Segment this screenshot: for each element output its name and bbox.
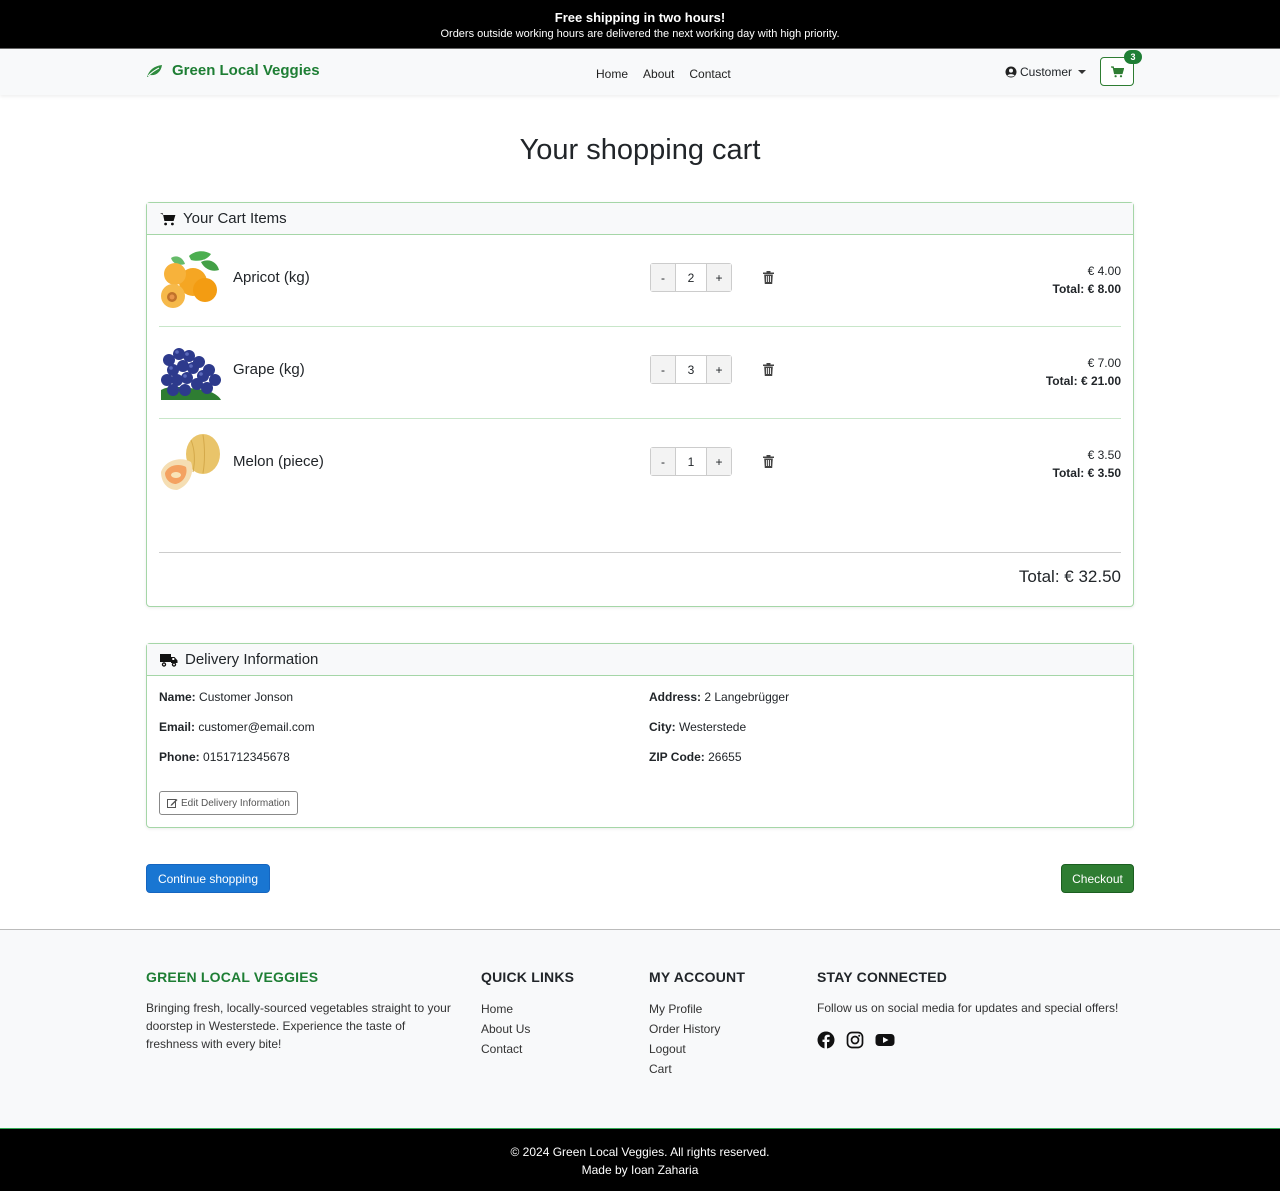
increase-button[interactable]: +	[707, 264, 731, 291]
instagram-icon[interactable]	[846, 1031, 864, 1049]
delivery-name: Name: Customer Jonson	[159, 690, 294, 704]
cart-items-card: Your Cart Items Apricot (kg) - 2 + € 4.0…	[146, 202, 1134, 607]
quantity-stepper: - 1 +	[650, 447, 732, 476]
navbar: Green Local Veggies Home About Contact C…	[0, 48, 1280, 95]
unit-price: € 7.00	[1087, 356, 1121, 370]
item-price: € 7.00 Total: € 21.00	[1046, 354, 1121, 390]
account-label: Customer	[1020, 65, 1073, 79]
item-total: Total: € 21.00	[1045, 374, 1121, 388]
delivery-address: Address: 2 Langebrügger	[649, 690, 790, 704]
quantity-value[interactable]: 2	[675, 264, 707, 291]
decrease-button[interactable]: -	[651, 448, 675, 475]
footer-link-cart[interactable]: Cart	[649, 1059, 745, 1079]
cart-item: Grape (kg) - 3 + € 7.00 Total: € 21.00	[159, 327, 1121, 419]
nav-about[interactable]: About	[643, 67, 674, 81]
quick-links-title: QUICK LINKS	[481, 969, 575, 985]
footer-link-home[interactable]: Home	[481, 999, 574, 1019]
trash-icon[interactable]	[763, 363, 774, 376]
cart-item: Apricot (kg) - 2 + € 4.00 Total: € 8.00	[159, 235, 1121, 327]
stay-connected-text: Follow us on social media for updates an…	[817, 1001, 1119, 1015]
facebook-icon[interactable]	[817, 1031, 835, 1049]
grand-total: Total: € 32.50	[1018, 567, 1121, 586]
leaf-icon	[147, 64, 162, 77]
nav-contact[interactable]: Contact	[689, 67, 730, 81]
edit-delivery-label: Edit Delivery Information	[181, 797, 290, 809]
delivery-city: City: Westerstede	[649, 720, 747, 734]
copyright-text: © 2024 Green Local Veggies. All rights r…	[510, 1145, 770, 1159]
shipping-banner: Free shipping in two hours! Orders outsi…	[0, 0, 1280, 48]
delivery-zip: ZIP Code: 26655	[649, 750, 742, 764]
brand-name: Green Local Veggies	[172, 62, 320, 79]
quantity-stepper: - 3 +	[650, 355, 732, 384]
item-name[interactable]: Apricot (kg)	[233, 269, 310, 286]
copyright-bar: © 2024 Green Local Veggies. All rights r…	[0, 1128, 1280, 1191]
trash-icon[interactable]	[763, 455, 774, 468]
edit-delivery-button[interactable]: Edit Delivery Information	[159, 791, 298, 815]
footer-brand: GREEN LOCAL VEGGIES	[146, 969, 319, 985]
account-dropdown[interactable]: Customer	[1005, 65, 1087, 79]
nav-links: Home About Contact	[596, 67, 746, 81]
youtube-icon[interactable]	[875, 1031, 895, 1049]
divider	[159, 552, 1121, 553]
delivery-email: Email: customer@email.com	[159, 720, 315, 734]
cart-card-header: Your Cart Items	[147, 203, 1133, 235]
truck-icon	[160, 653, 178, 667]
increase-button[interactable]: +	[707, 448, 731, 475]
delivery-card-header: Delivery Information	[147, 644, 1133, 676]
brand-link[interactable]: Green Local Veggies	[146, 62, 320, 79]
stay-connected-title: STAY CONNECTED	[817, 969, 948, 985]
increase-button[interactable]: +	[707, 356, 731, 383]
decrease-button[interactable]: -	[651, 264, 675, 291]
item-total: Total: € 8.00	[1052, 282, 1122, 296]
quantity-value[interactable]: 1	[675, 448, 707, 475]
decrease-button[interactable]: -	[651, 356, 675, 383]
footer-link-contact[interactable]: Contact	[481, 1039, 574, 1059]
cart-card-title: Your Cart Items	[183, 210, 287, 227]
user-circle-icon	[1005, 66, 1017, 78]
delivery-info-card: Delivery Information Name: Customer Jons…	[146, 643, 1134, 828]
continue-shopping-button[interactable]: Continue shopping	[146, 864, 270, 893]
unit-price: € 4.00	[1087, 264, 1121, 278]
cart-item: Melon (piece) - 1 + € 3.50 Total: € 3.50	[159, 419, 1121, 511]
footer-quick-links: QUICK LINKS Home About Us Contact	[481, 969, 574, 1059]
footer-link-profile[interactable]: My Profile	[649, 999, 745, 1019]
footer-link-orders[interactable]: Order History	[649, 1019, 745, 1039]
banner-note: Orders outside working hours are deliver…	[440, 28, 840, 40]
grape-image	[161, 348, 221, 400]
item-total: Total: € 3.50	[1052, 466, 1122, 480]
footer-about-text: Bringing fresh, locally-sourced vegetabl…	[146, 1001, 451, 1051]
trash-icon[interactable]	[763, 271, 774, 284]
delivery-phone: Phone: 0151712345678	[159, 750, 290, 764]
banner-headline: Free shipping in two hours!	[554, 10, 726, 25]
unit-price: € 3.50	[1087, 448, 1121, 462]
social-links	[817, 1031, 1137, 1049]
footer-about: GREEN LOCAL VEGGIES Bringing fresh, loca…	[146, 969, 456, 1053]
nav-home[interactable]: Home	[596, 67, 628, 81]
cart-count-badge: 3	[1124, 50, 1142, 64]
quantity-stepper: - 2 +	[650, 263, 732, 292]
cart-icon	[1110, 65, 1124, 77]
checkout-button[interactable]: Checkout	[1061, 864, 1134, 893]
item-name[interactable]: Grape (kg)	[233, 361, 305, 378]
footer-stay-connected: STAY CONNECTED Follow us on social media…	[817, 969, 1137, 1049]
footer: GREEN LOCAL VEGGIES Bringing fresh, loca…	[0, 929, 1280, 1128]
my-account-title: MY ACCOUNT	[649, 969, 746, 985]
chevron-down-icon	[1078, 70, 1087, 74]
footer-link-about[interactable]: About Us	[481, 1019, 574, 1039]
footer-my-account: MY ACCOUNT My Profile Order History Logo…	[649, 969, 745, 1079]
page-title: Your shopping cart	[519, 134, 761, 166]
quantity-value[interactable]: 3	[675, 356, 707, 383]
item-price: € 4.00 Total: € 8.00	[1053, 262, 1122, 298]
cart-icon	[160, 212, 176, 225]
made-by-text: Made by Ioan Zaharia	[581, 1163, 699, 1177]
apricot-image	[161, 251, 219, 308]
item-name[interactable]: Melon (piece)	[233, 453, 324, 470]
melon-image	[161, 434, 220, 490]
item-price: € 3.50 Total: € 3.50	[1053, 446, 1122, 482]
footer-link-logout[interactable]: Logout	[649, 1039, 745, 1059]
edit-icon	[167, 799, 178, 808]
delivery-card-title: Delivery Information	[185, 651, 319, 668]
